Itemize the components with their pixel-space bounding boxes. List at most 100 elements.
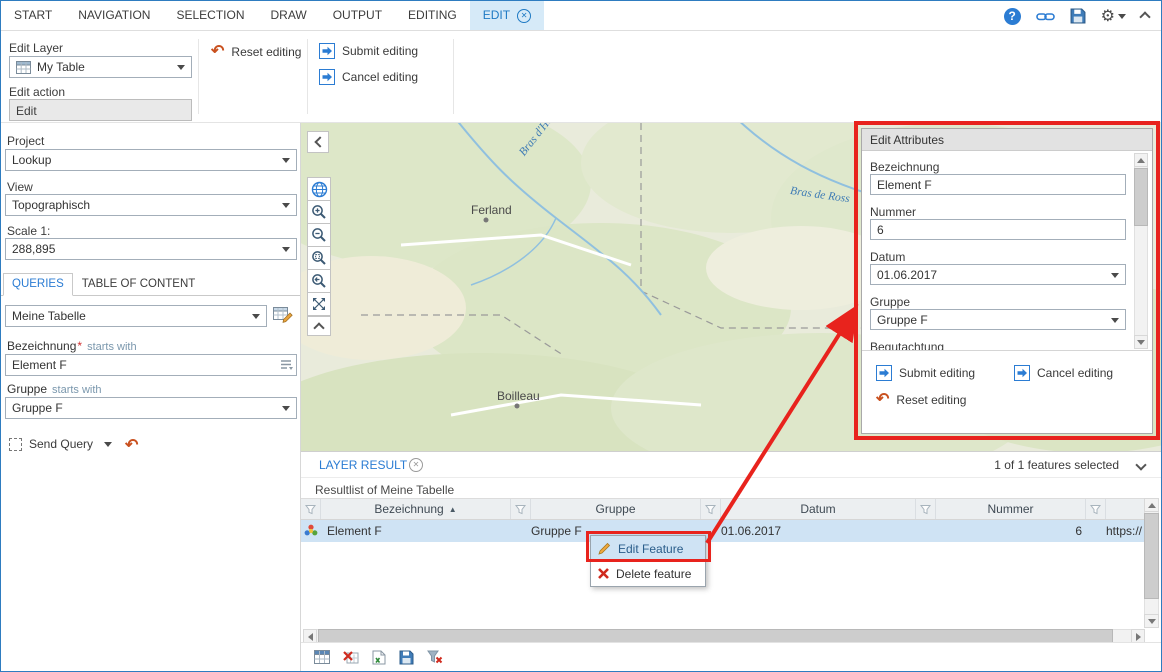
filter-funnel-icon[interactable] — [701, 499, 721, 519]
field-gruppe-select[interactable]: Gruppe F — [5, 397, 297, 419]
column-header-link[interactable] — [1106, 499, 1145, 519]
close-tab-icon[interactable]: ✕ — [517, 9, 531, 23]
tab-queries[interactable]: QUERIES — [3, 273, 73, 296]
ribbon: Edit Layer My Table Edit action Edit ↶ R… — [1, 31, 1161, 123]
gear-glyph: ⚙ — [1101, 6, 1115, 26]
remove-selection-icon[interactable] — [343, 650, 359, 664]
chevron-down-icon — [1111, 273, 1119, 278]
column-header-gruppe[interactable]: Gruppe — [531, 499, 701, 519]
cancel-editing-button[interactable]: Cancel editing — [319, 69, 418, 85]
attr-nummer-input[interactable] — [870, 219, 1126, 240]
column-header-bezeichnung[interactable]: Bezeichnung ▲ — [321, 499, 511, 519]
collapse-panel-button[interactable] — [307, 131, 329, 153]
column-header-datum[interactable]: Datum — [721, 499, 916, 519]
filter-funnel-icon[interactable] — [301, 499, 321, 519]
chevron-down-icon — [252, 314, 260, 319]
field-bezeichnung-input[interactable] — [5, 354, 297, 376]
tab-edit[interactable]: EDIT ✕ — [470, 1, 544, 30]
chevron-down-icon — [1118, 14, 1126, 19]
zoom-in-button[interactable] — [307, 200, 331, 224]
value-list-icon[interactable] — [279, 358, 293, 375]
panel-scroll-thumb[interactable] — [1134, 168, 1148, 226]
attr-gruppe-select[interactable]: Gruppe F — [870, 309, 1126, 330]
filter-funnel-icon[interactable] — [1086, 499, 1106, 519]
collapse-ribbon-icon[interactable] — [1141, 9, 1149, 24]
reset-query-icon[interactable]: ↶ — [125, 439, 138, 453]
result-scroll-thumb[interactable] — [1144, 513, 1159, 599]
result-toolbar — [301, 642, 1161, 671]
tab-layer-result[interactable]: LAYER RESULT — [319, 452, 407, 478]
clear-filter-icon[interactable] — [427, 650, 443, 664]
attr-gruppe-value: Gruppe F — [877, 313, 928, 327]
chevron-down-icon — [282, 203, 290, 208]
project-select[interactable]: Lookup — [5, 149, 297, 171]
filter-funnel-icon[interactable] — [916, 499, 936, 519]
attr-datum-select[interactable]: 01.06.2017 — [870, 264, 1126, 285]
tab-start[interactable]: START — [1, 1, 65, 30]
sidebar-tabs: QUERIES TABLE OF CONTENT — [1, 271, 300, 296]
tab-navigation[interactable]: NAVIGATION — [65, 1, 163, 30]
zoom-window-icon — [311, 250, 327, 266]
close-result-icon[interactable]: ✕ — [409, 458, 423, 472]
context-menu-delete-feature[interactable]: Delete feature — [591, 561, 705, 586]
tab-edit-label: EDIT — [483, 1, 510, 30]
edit-attributes-title: Edit Attributes — [862, 129, 1152, 151]
link-icon[interactable] — [1036, 9, 1055, 24]
panel-cancel-editing-button[interactable]: Cancel editing — [1014, 365, 1113, 381]
context-menu-edit-feature[interactable]: Edit Feature — [591, 536, 705, 561]
chevron-up-icon — [313, 322, 324, 333]
tab-table-of-content[interactable]: TABLE OF CONTENT — [73, 273, 205, 296]
globe-button[interactable] — [307, 177, 331, 201]
expand-result-icon[interactable] — [1135, 459, 1146, 470]
panel-reset-editing-button[interactable]: ↶ Reset editing — [876, 393, 966, 407]
column-header-nummer[interactable]: Nummer — [936, 499, 1086, 519]
scale-select[interactable]: 288,895 — [5, 238, 297, 260]
gear-icon[interactable]: ⚙ — [1101, 6, 1126, 26]
panel-submit-editing-button[interactable]: Submit editing — [876, 365, 975, 381]
attr-bezeichnung-input[interactable] — [870, 174, 1126, 195]
cancel-editing-label: Cancel editing — [342, 70, 418, 84]
zoom-window-button[interactable] — [307, 246, 331, 270]
result-scroll-up-button[interactable] — [1144, 498, 1159, 512]
send-query-button[interactable]: Send Query — [9, 437, 112, 451]
pencil-icon — [597, 541, 612, 556]
table-icon[interactable] — [314, 650, 330, 664]
zoom-previous-button[interactable] — [307, 269, 331, 293]
save-icon[interactable] — [399, 650, 414, 665]
attr-bezeichnung-label: Bezeichnung — [870, 160, 939, 174]
field-bezeichnung-label-row: Bezeichnung*starts with — [7, 339, 137, 353]
full-extent-button[interactable] — [307, 292, 331, 316]
edit-layer-select[interactable]: My Table — [9, 56, 192, 78]
result-table-header: Bezeichnung ▲ Gruppe Datum Nummer — [301, 498, 1145, 520]
table-icon — [16, 61, 31, 74]
tab-draw[interactable]: DRAW — [257, 1, 319, 30]
view-select[interactable]: Topographisch — [5, 194, 297, 216]
chevron-down-icon — [282, 247, 290, 252]
map-label-boilleau: Boilleau — [497, 389, 540, 403]
field-bezeichnung-operator: starts with — [87, 341, 137, 353]
submit-editing-button[interactable]: Submit editing — [319, 43, 418, 59]
panel-scroll-down-button[interactable] — [1134, 335, 1148, 349]
field-gruppe-label: Gruppe — [7, 382, 47, 396]
save-icon[interactable] — [1070, 8, 1086, 24]
tab-output[interactable]: OUTPUT — [320, 1, 395, 30]
ribbon-separator — [198, 39, 199, 114]
zoom-out-button[interactable] — [307, 223, 331, 247]
export-icon[interactable] — [372, 650, 386, 665]
query-select[interactable]: Meine Tabelle — [5, 305, 267, 327]
tab-editing[interactable]: EDITING — [395, 1, 470, 30]
filter-funnel-icon[interactable] — [511, 499, 531, 519]
scale-value: 288,895 — [12, 242, 55, 256]
submit-editing-label: Submit editing — [342, 44, 418, 58]
edit-table-icon[interactable] — [273, 305, 294, 324]
collapse-toolbar-button[interactable] — [307, 316, 331, 336]
reset-editing-button[interactable]: ↶ Reset editing — [211, 45, 301, 59]
tab-selection[interactable]: SELECTION — [163, 1, 257, 30]
attr-begutachtung-label: Begutachtung — [870, 340, 944, 351]
panel-scroll-up-button[interactable] — [1134, 153, 1148, 167]
attr-datum-value: 01.06.2017 — [877, 268, 937, 282]
table-row[interactable]: Element F Gruppe F 01.06.2017 6 https:// — [301, 520, 1145, 542]
result-scroll-down-button[interactable] — [1144, 614, 1159, 628]
edit-attributes-footer: Submit editing Cancel editing ↶ Reset ed… — [862, 351, 1152, 433]
help-icon[interactable]: ? — [1004, 8, 1021, 25]
